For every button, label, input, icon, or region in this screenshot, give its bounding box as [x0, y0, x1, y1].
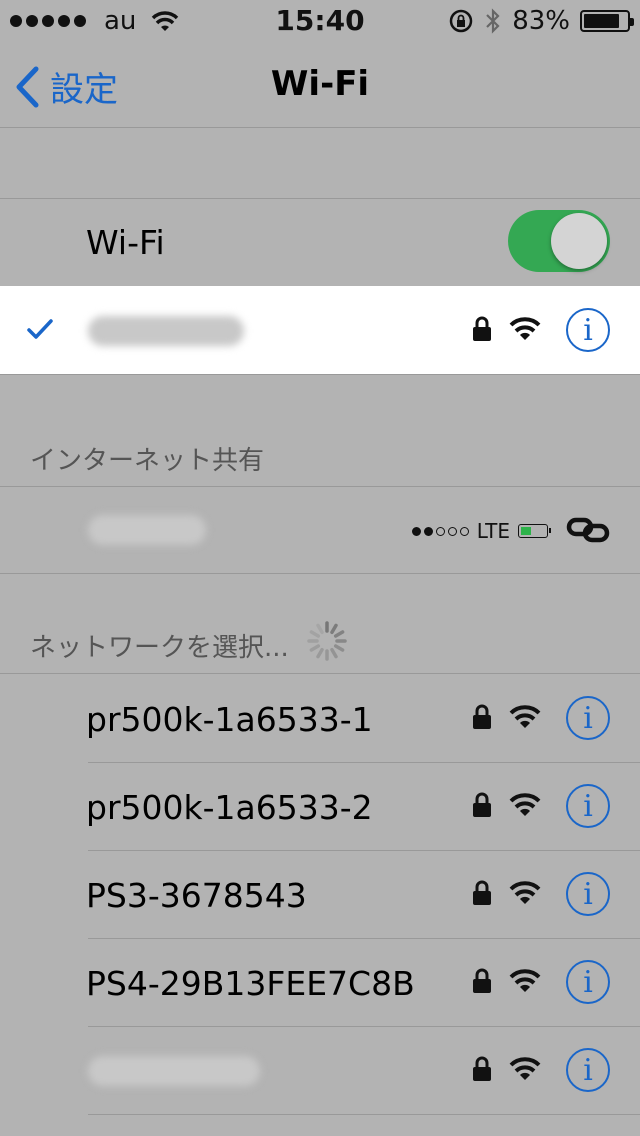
network-info-button[interactable]: i [566, 696, 610, 740]
redacted-network-name [88, 316, 244, 346]
wifi-toggle-label: Wi-Fi [86, 223, 165, 262]
battery-icon [580, 10, 634, 32]
lock-icon [473, 1056, 491, 1081]
bluetooth-icon [486, 8, 500, 34]
wifi-signal-icon [508, 880, 542, 910]
network-info-button[interactable]: i [566, 1048, 610, 1092]
wifi-signal-icon [508, 792, 542, 822]
network-row[interactable]: pr500k-1a6533-1 i [0, 674, 640, 762]
wifi-signal-icon [508, 704, 542, 734]
hotspot-status: LTE [411, 519, 551, 543]
network-row[interactable]: PS3-3678543 i [0, 850, 640, 938]
wifi-toggle-switch[interactable] [508, 210, 610, 272]
lock-icon [473, 316, 491, 341]
redacted-hotspot-name [88, 515, 206, 545]
divider [88, 1114, 640, 1115]
link-icon [566, 517, 610, 543]
page-title: Wi-Fi [270, 64, 370, 104]
wifi-signal-icon [509, 317, 541, 340]
network-row-redacted[interactable]: i [0, 1026, 640, 1114]
lock-icon [472, 968, 492, 998]
redacted-network-name [88, 1056, 260, 1086]
network-info-button[interactable]: i [566, 872, 610, 916]
network-name: pr500k-1a6533-2 [86, 788, 373, 827]
checkmark-icon [27, 319, 53, 339]
cellular-signal-icon [411, 526, 469, 536]
divider [0, 374, 640, 375]
networks-section-header: ネットワークを選択... [30, 633, 289, 663]
network-name: PS3-3678543 [86, 876, 307, 915]
wifi-signal-icon [508, 968, 542, 998]
network-info-button[interactable]: i [566, 784, 610, 828]
hotspot-row[interactable]: LTE [0, 487, 640, 573]
lock-icon [472, 792, 492, 822]
network-row[interactable]: PS4-29B13FEE7C8B i [0, 938, 640, 1026]
battery-percent: 83% [512, 6, 570, 36]
lock-icon [472, 704, 492, 734]
navigation-bar: 設定 Wi-Fi [0, 40, 640, 128]
network-name: pr500k-1a6533-1 [86, 700, 373, 739]
orientation-lock-icon [449, 9, 473, 33]
loading-spinner-icon [307, 621, 347, 661]
status-bar: au 15:40 83% [0, 0, 640, 40]
network-name: PS4-29B13FEE7C8B [86, 964, 415, 1003]
network-info-button[interactable]: i [566, 308, 610, 352]
lock-icon [472, 880, 492, 910]
hotspot-section-header: インターネット共有 [30, 446, 265, 476]
wifi-signal-icon [509, 1057, 541, 1080]
hotspot-network-type: LTE [476, 519, 510, 543]
hotspot-battery-icon [518, 524, 551, 538]
network-info-button[interactable]: i [566, 960, 610, 1004]
network-row[interactable]: pr500k-1a6533-2 i [0, 762, 640, 850]
connected-network-row[interactable]: i [0, 286, 640, 374]
wifi-toggle-row: Wi-Fi [0, 199, 640, 285]
divider [0, 573, 640, 574]
